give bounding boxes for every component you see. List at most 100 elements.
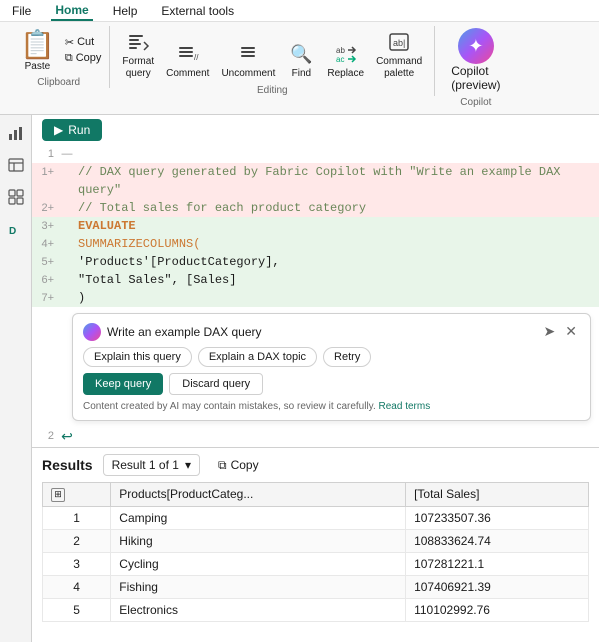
paste-button[interactable]: 📋 Paste bbox=[14, 26, 61, 74]
line-marker-3plus bbox=[60, 217, 74, 235]
paste-label: Paste bbox=[25, 61, 51, 72]
results-table: ⊞ Products[ProductCateg... [Total Sales]… bbox=[42, 482, 589, 622]
code-line-3plus: 3+ EVALUATE bbox=[32, 217, 599, 235]
row-num: 5 bbox=[43, 598, 111, 621]
sidebar-table-icon[interactable] bbox=[4, 153, 28, 177]
copilot-icon: ✦ bbox=[458, 28, 494, 64]
row-num: 4 bbox=[43, 575, 111, 598]
menu-file[interactable]: File bbox=[8, 2, 35, 20]
cut-icon: ✂ bbox=[65, 36, 74, 49]
svg-text:ab|: ab| bbox=[393, 38, 405, 48]
run-icon: ▶ bbox=[54, 123, 63, 137]
row-col1: Fishing bbox=[111, 575, 406, 598]
copilot-actions: ➤ ✕ bbox=[541, 322, 580, 341]
copilot-label: Copilot(preview) bbox=[451, 64, 500, 92]
replace-icon: ab ac bbox=[332, 40, 360, 68]
editing-group: Formatquery // Comment bbox=[110, 26, 435, 96]
th-col1: Products[ProductCateg... bbox=[111, 483, 406, 507]
th-col2: [Total Sales] bbox=[406, 483, 589, 507]
left-sidebar: D bbox=[0, 115, 32, 642]
uncomment-label: Uncomment bbox=[221, 68, 275, 80]
line-content-3plus: EVALUATE bbox=[74, 217, 599, 235]
command-palette-label: Commandpalette bbox=[376, 56, 422, 80]
menu-home[interactable]: Home bbox=[51, 1, 92, 21]
row-col2: 107281221.1 bbox=[406, 552, 589, 575]
row-col2: 108833624.74 bbox=[406, 529, 589, 552]
line-marker-7plus bbox=[60, 289, 74, 307]
menu-bar: File Home Help External tools bbox=[0, 0, 599, 22]
code-line-1plus: 1+ // DAX query generated by Fabric Copi… bbox=[32, 163, 599, 199]
comment-label: Comment bbox=[166, 68, 209, 80]
keep-query-button[interactable]: Keep query bbox=[83, 373, 163, 395]
explain-query-button[interactable]: Explain this query bbox=[83, 347, 192, 367]
comment-button[interactable]: // Comment bbox=[162, 38, 213, 82]
row-col2: 107233507.36 bbox=[406, 506, 589, 529]
line-number-2plus: 2+ bbox=[32, 199, 60, 217]
format-query-label: Formatquery bbox=[122, 56, 154, 80]
action-buttons: Keep query Discard query bbox=[83, 373, 580, 395]
line-number-6plus: 6+ bbox=[32, 271, 60, 289]
clipboard-label: Clipboard bbox=[14, 77, 103, 88]
disclaimer-text: Content created by AI may contain mistak… bbox=[83, 401, 580, 412]
dropdown-chevron-icon: ▾ bbox=[185, 458, 191, 472]
svg-text:ac: ac bbox=[336, 55, 344, 64]
sidebar-grid-icon[interactable] bbox=[4, 185, 28, 209]
svg-text:D: D bbox=[9, 226, 16, 237]
code-editor[interactable]: 1 — 1+ // DAX query generated by Fabric … bbox=[32, 145, 599, 307]
find-button[interactable]: 🔍 Find bbox=[283, 38, 319, 82]
command-palette-icon: ab| bbox=[385, 28, 413, 56]
comment-icon: // bbox=[174, 40, 202, 68]
copilot-mini-icon bbox=[83, 323, 101, 341]
svg-text://: // bbox=[194, 53, 199, 62]
command-palette-button[interactable]: ab| Commandpalette bbox=[372, 26, 426, 82]
results-dropdown[interactable]: Result 1 of 1 ▾ bbox=[103, 454, 200, 476]
copilot-close-button[interactable]: ✕ bbox=[562, 322, 580, 341]
row-col2: 107406921.39 bbox=[406, 575, 589, 598]
read-terms-link[interactable]: Read terms bbox=[379, 401, 431, 412]
copilot-header: Write an example DAX query ➤ ✕ bbox=[83, 322, 580, 341]
cut-button[interactable]: ✂ Cut bbox=[63, 35, 104, 50]
copilot-suggestion-box: Write an example DAX query ➤ ✕ Explain t… bbox=[72, 313, 591, 421]
copilot-button[interactable]: ✦ Copilot(preview) bbox=[443, 26, 508, 94]
copy-results-button[interactable]: ⧉ Copy bbox=[210, 455, 267, 476]
format-query-button[interactable]: Formatquery bbox=[118, 26, 158, 82]
line-marker-5plus bbox=[60, 253, 74, 271]
discard-query-button[interactable]: Discard query bbox=[169, 373, 263, 395]
table-row: 4 Fishing 107406921.39 bbox=[43, 575, 589, 598]
row-col1: Cycling bbox=[111, 552, 406, 575]
copilot-send-button[interactable]: ➤ bbox=[541, 322, 559, 341]
replace-button[interactable]: ab ac Replace bbox=[323, 38, 368, 82]
line-content-7plus: ) bbox=[74, 289, 599, 307]
table-row: 3 Cycling 107281221.1 bbox=[43, 552, 589, 575]
explain-dax-topic-button[interactable]: Explain a DAX topic bbox=[198, 347, 317, 367]
clipboard-group: 📋 Paste ✂ Cut ⧉ Copy Clipboard bbox=[8, 26, 110, 88]
retry-button[interactable]: Retry bbox=[323, 347, 371, 367]
code-line-2: 2 ↩ bbox=[32, 425, 599, 447]
table-row: 5 Electronics 110102992.76 bbox=[43, 598, 589, 621]
results-result-label: Result 1 of 1 bbox=[112, 458, 179, 472]
code-line-2plus: 2+ // Total sales for each product categ… bbox=[32, 199, 599, 217]
table-icon: ⊞ bbox=[51, 488, 65, 502]
copy-button[interactable]: ⧉ Copy bbox=[63, 51, 104, 66]
editing-label: Editing bbox=[257, 85, 288, 96]
menu-external-tools[interactable]: External tools bbox=[157, 2, 238, 20]
sidebar-chart-icon[interactable] bbox=[4, 121, 28, 145]
results-section: Results Result 1 of 1 ▾ ⧉ Copy ⊞ Product… bbox=[32, 447, 599, 628]
line-number-1: 1 bbox=[32, 145, 60, 163]
code-line-4plus: 4+ SUMMARIZECOLUMNS( bbox=[32, 235, 599, 253]
find-icon: 🔍 bbox=[287, 40, 315, 68]
table-row: 2 Hiking 108833624.74 bbox=[43, 529, 589, 552]
menu-help[interactable]: Help bbox=[109, 2, 142, 20]
paste-icon: 📋 bbox=[20, 28, 55, 61]
code-line-1: 1 — bbox=[32, 145, 599, 163]
sidebar-dax-icon[interactable]: D bbox=[4, 217, 28, 241]
line-marker-1: — bbox=[60, 145, 74, 163]
line-content-4plus: SUMMARIZECOLUMNS( bbox=[74, 235, 599, 253]
format-query-icon bbox=[124, 28, 152, 56]
run-button[interactable]: ▶ Run bbox=[42, 119, 102, 141]
line-number-3plus: 3+ bbox=[32, 217, 60, 235]
copilot-group: ✦ Copilot(preview) Copilot bbox=[435, 26, 516, 108]
uncomment-button[interactable]: Uncomment bbox=[217, 38, 279, 82]
results-title: Results bbox=[42, 457, 93, 473]
row-num: 1 bbox=[43, 506, 111, 529]
